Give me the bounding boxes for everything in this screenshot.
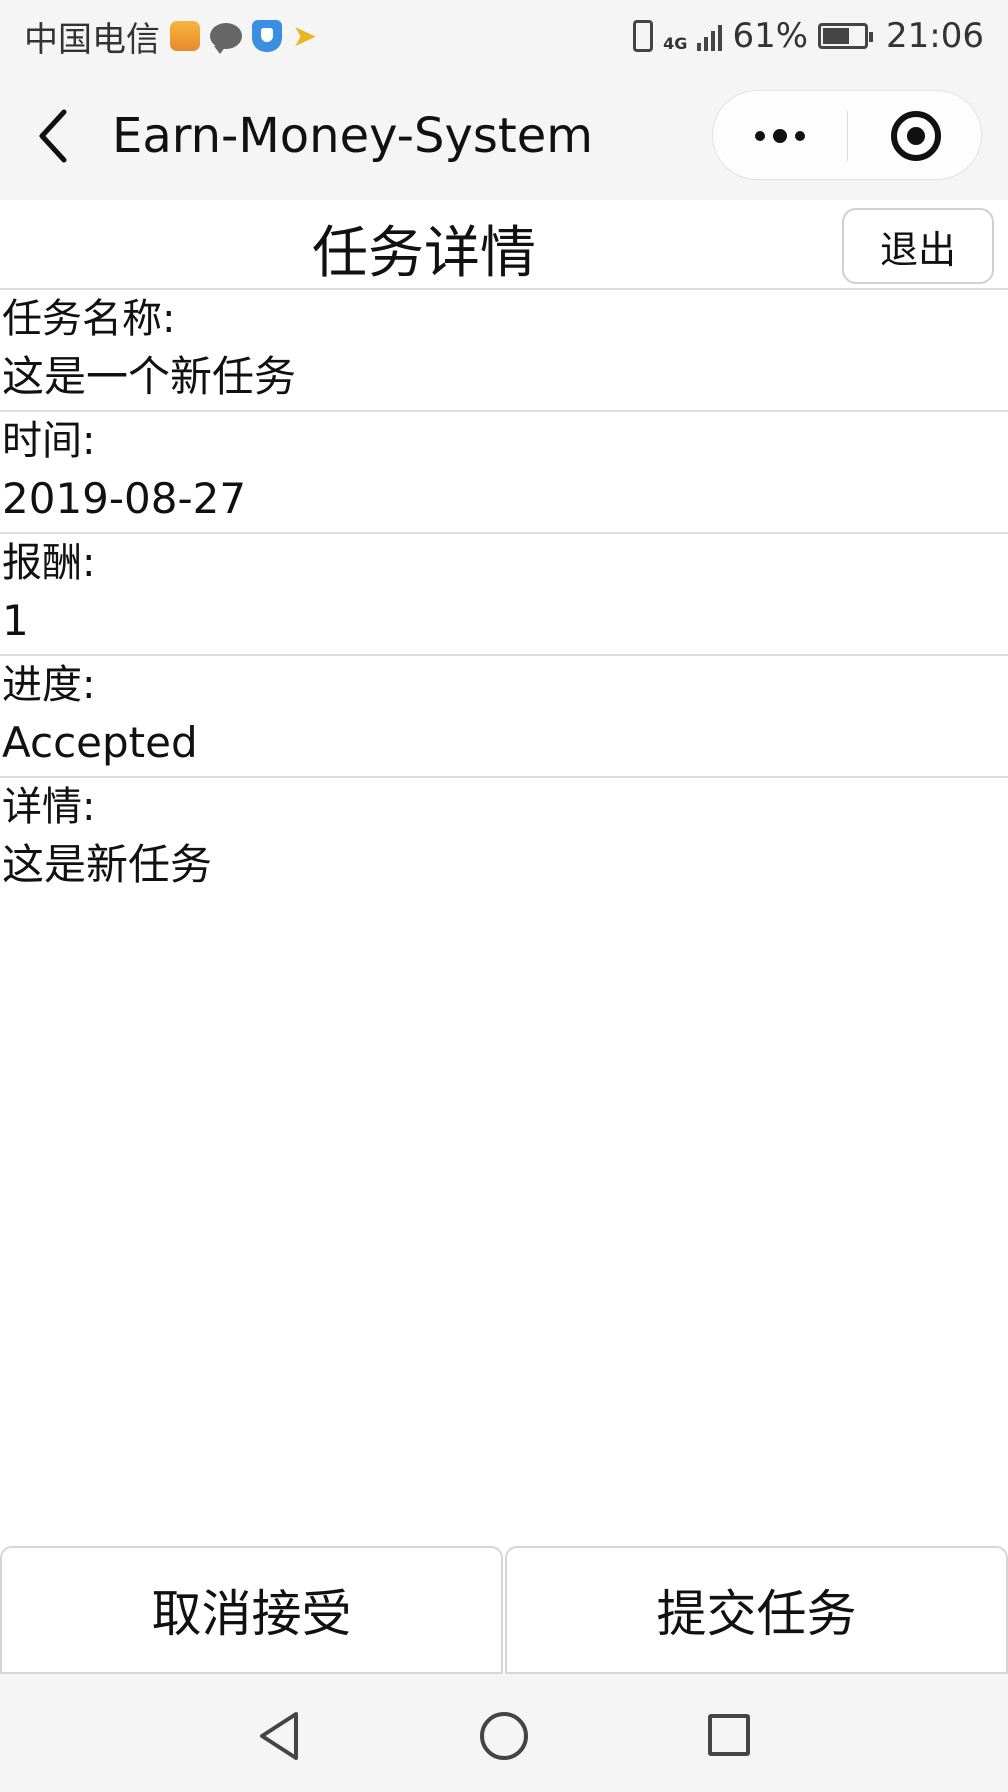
- nav-title: Earn-Money-System: [112, 108, 593, 164]
- close-miniprogram-button[interactable]: [848, 91, 983, 181]
- system-back-icon[interactable]: [256, 1710, 302, 1762]
- status-bar: 中国电信 ➤ 4G 61% 21:06: [0, 0, 1008, 72]
- nav-bar: Earn-Money-System: [0, 72, 1008, 200]
- page-header: 任务详情 退出: [0, 200, 1008, 290]
- bird-notification-icon: ➤: [292, 18, 318, 54]
- battery-icon: [818, 23, 874, 49]
- capsule-menu: [712, 90, 982, 180]
- system-recents-icon[interactable]: [708, 1714, 750, 1756]
- battery-percent: 61%: [732, 16, 809, 56]
- detail-label: 报酬:: [2, 540, 96, 586]
- detail-item-progress: 进度: Accepted: [0, 656, 1008, 778]
- message-notification-icon: [210, 23, 242, 54]
- detail-item-reward: 报酬: 1: [0, 534, 1008, 656]
- action-bar: 取消接受 提交任务: [0, 1546, 1008, 1674]
- vibrate-icon: [633, 20, 654, 52]
- detail-value: 1: [2, 596, 29, 645]
- logout-button[interactable]: 退出: [842, 208, 994, 284]
- shield-notification-icon: [252, 20, 282, 52]
- carrier-name: 中国电信: [24, 19, 160, 60]
- app-notification-icon: [170, 21, 200, 51]
- detail-value: Accepted: [2, 718, 198, 767]
- back-button[interactable]: [30, 106, 80, 166]
- chevron-left-icon: [39, 109, 67, 163]
- detail-item-name: 任务名称: 这是一个新任务: [0, 290, 1008, 412]
- submit-task-button[interactable]: 提交任务: [505, 1546, 1008, 1674]
- clock: 21:06: [886, 16, 984, 56]
- system-nav-bar: [0, 1674, 1008, 1792]
- target-icon: [890, 111, 941, 161]
- status-left: 中国电信 ➤: [24, 12, 317, 61]
- cancel-accept-button[interactable]: 取消接受: [0, 1546, 503, 1674]
- page-title: 任务详情: [312, 221, 536, 286]
- more-button[interactable]: [713, 91, 847, 181]
- detail-label: 时间:: [2, 418, 96, 464]
- system-home-icon[interactable]: [480, 1712, 528, 1760]
- detail-item-time: 时间: 2019-08-27: [0, 412, 1008, 534]
- detail-value: 这是新任务: [2, 840, 213, 889]
- more-dots-icon: [755, 131, 765, 141]
- detail-item-description: 详情: 这是新任务: [0, 778, 1008, 898]
- status-right: 4G 61% 21:06: [633, 16, 984, 56]
- detail-label: 进度:: [2, 662, 96, 708]
- network-type: 4G: [663, 34, 688, 53]
- task-detail-list: 任务名称: 这是一个新任务 时间: 2019-08-27 报酬: 1 进度: A…: [0, 290, 1008, 898]
- detail-label: 任务名称:: [2, 296, 176, 342]
- signal-icon: [697, 21, 723, 51]
- detail-label: 详情:: [2, 784, 96, 830]
- detail-value: 2019-08-27: [2, 474, 247, 523]
- detail-value: 这是一个新任务: [2, 352, 297, 401]
